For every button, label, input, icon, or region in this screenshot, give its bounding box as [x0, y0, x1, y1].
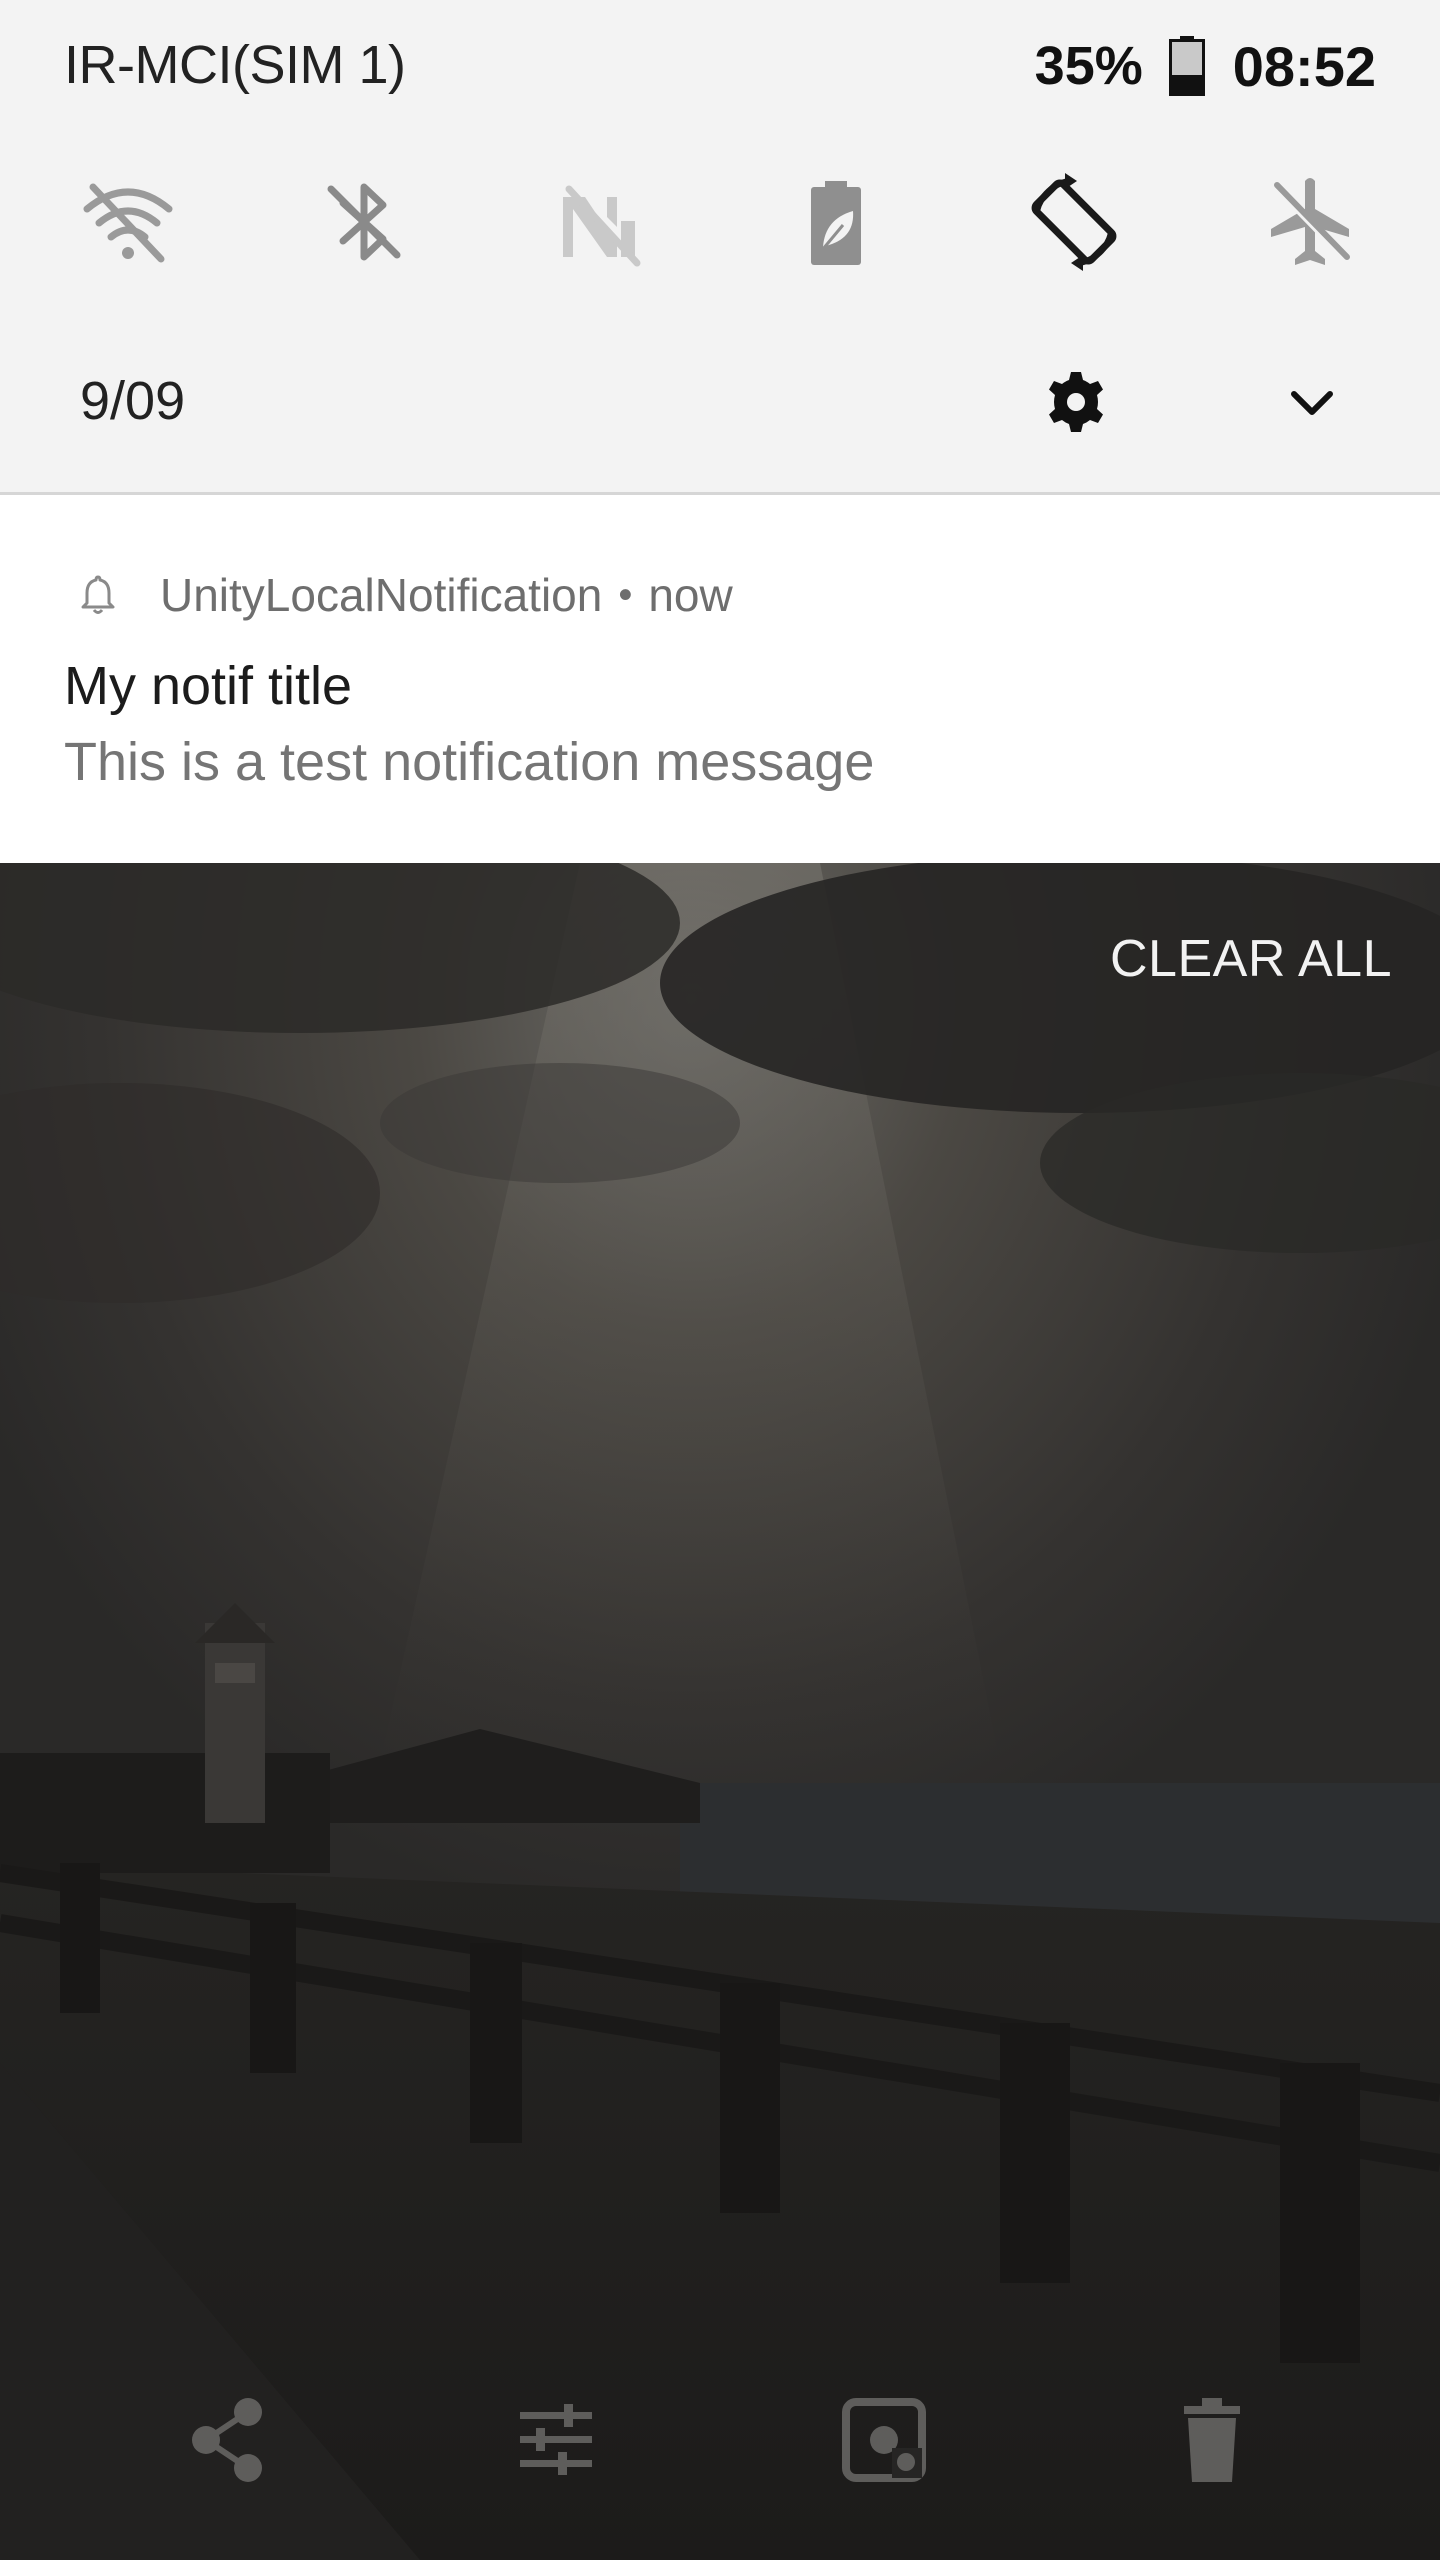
notification-card[interactable]: UnityLocalNotification • now My notif ti…: [0, 495, 1440, 863]
quick-settings-panel: IR-MCI(SIM 1) 35% 08:52 9/09: [0, 0, 1440, 495]
quick-settings-footer: 9/09: [0, 352, 1440, 452]
settings-button[interactable]: [1040, 366, 1112, 438]
wallpaper-image: [0, 863, 1440, 2560]
expand-button[interactable]: [1276, 368, 1348, 440]
bell-icon: [81, 575, 115, 614]
battery-icon: [1168, 36, 1205, 96]
notification-title: My notif title: [64, 656, 353, 716]
clock: 08:52: [1232, 34, 1376, 98]
edit-button[interactable]: [506, 2390, 606, 2490]
notification-time: now: [648, 569, 733, 621]
tile-bluetooth[interactable]: [302, 160, 426, 284]
delete-button[interactable]: [1162, 2390, 1262, 2490]
gear-icon: [1049, 372, 1103, 432]
wallpaper-background: CLEAR ALL: [0, 863, 1440, 2560]
quick-tiles-row: [0, 160, 1440, 284]
long-screenshot-button[interactable]: [834, 2390, 934, 2490]
tile-wifi[interactable]: [66, 160, 190, 284]
battery-saver-icon: [811, 181, 861, 265]
tile-airplane-mode[interactable]: [1248, 160, 1372, 284]
screenshot-icon: [842, 2398, 926, 2482]
tile-mobile-data[interactable]: [538, 160, 662, 284]
tile-battery-saver[interactable]: [774, 160, 898, 284]
screenshot-actions-bar: [0, 2390, 1440, 2530]
share-button[interactable]: [178, 2390, 278, 2490]
date-label: 9/09: [80, 371, 186, 431]
carrier-label: IR-MCI(SIM 1): [64, 35, 406, 95]
battery-percent: 35%: [1034, 36, 1143, 96]
chevron-down-icon: [1291, 391, 1333, 415]
status-indicators: 35% 08:52: [1035, 34, 1376, 98]
status-bar: IR-MCI(SIM 1) 35% 08:52: [0, 0, 1440, 132]
airplane-mode-icon: [1271, 178, 1350, 265]
notification-separator: •: [618, 572, 633, 617]
tune-icon: [520, 2404, 592, 2475]
clear-all-button[interactable]: CLEAR ALL: [1110, 929, 1392, 989]
notification-text: This is a test notification message: [64, 732, 875, 792]
tile-auto-rotate[interactable]: [1012, 160, 1136, 284]
wifi-off-icon: [83, 183, 173, 263]
auto-rotate-icon: [1031, 173, 1117, 271]
share-icon: [192, 2398, 262, 2482]
mobile-data-off-icon: [563, 185, 641, 267]
notification-shade: IR-MCI(SIM 1) 35% 08:52 9/09 UnityLocalN…: [0, 0, 1440, 2560]
trash-icon: [1184, 2398, 1240, 2482]
notification-app-name: UnityLocalNotification: [160, 569, 603, 621]
bluetooth-off-icon: [327, 183, 401, 261]
notification-header: UnityLocalNotification • now: [76, 565, 733, 625]
